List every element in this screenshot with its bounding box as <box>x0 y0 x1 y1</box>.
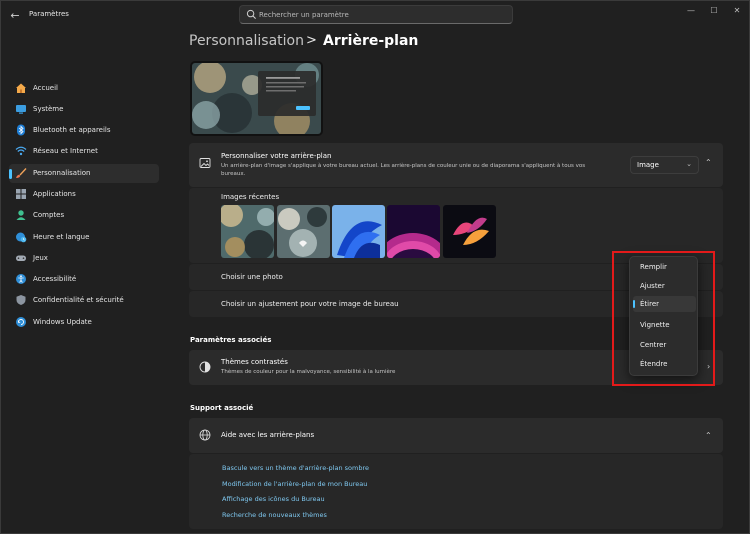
recent-image-3[interactable] <box>332 205 385 258</box>
bluetooth-icon <box>17 124 25 136</box>
gamepad-icon <box>16 255 26 261</box>
recent-image-5[interactable] <box>443 205 496 258</box>
update-icon <box>16 317 26 327</box>
help-link[interactable]: Bascule vers un thème d'arrière-plan som… <box>222 464 369 472</box>
search-box[interactable] <box>239 5 513 24</box>
background-type-select[interactable]: Image ⌄ <box>630 156 699 174</box>
sidebar-item-label: Réseau et Internet <box>33 147 98 155</box>
support-heading: Support associé <box>190 404 254 412</box>
breadcrumb-parent[interactable]: Personnalisation <box>189 33 304 49</box>
sidebar-item-jeux[interactable]: Jeux <box>9 249 159 268</box>
app-title: Paramètres <box>29 10 69 18</box>
sidebar-item-label: Jeux <box>33 254 48 262</box>
related-settings-heading: Paramètres associés <box>190 336 272 344</box>
sidebar-item-label: Applications <box>33 190 76 198</box>
choose-photo-label: Choisir une photo <box>221 273 283 281</box>
network-icon <box>15 146 27 156</box>
search-icon <box>246 9 256 19</box>
sidebar-item-accueil[interactable]: Accueil <box>9 79 159 98</box>
sidebar-item-personnalisation[interactable]: Personnalisation <box>9 164 159 183</box>
maximize-icon[interactable]: ☐ <box>704 5 724 17</box>
account-icon <box>16 210 26 220</box>
sidebar-item-label: Confidentialité et sécurité <box>33 296 124 304</box>
sidebar-item-systeme[interactable]: Système <box>9 100 159 119</box>
minimize-icon[interactable]: — <box>681 5 701 17</box>
sidebar-item-comptes[interactable]: Comptes <box>9 206 159 225</box>
sidebar-item-label: Système <box>33 105 64 113</box>
chevron-down-icon: ⌄ <box>686 160 692 168</box>
accessibility-icon <box>16 274 26 284</box>
sidebar-item-label: Comptes <box>33 211 65 219</box>
sidebar-item-label: Heure et langue <box>33 233 90 241</box>
contrast-title: Thèmes contrastés <box>221 358 288 366</box>
brush-icon <box>16 168 27 178</box>
help-title: Aide avec les arrière-plans <box>221 431 315 439</box>
sidebar-item-label: Bluetooth et appareils <box>33 126 111 134</box>
back-arrow-icon[interactable]: ← <box>7 8 23 24</box>
card-title: Personnaliser votre arrière-plan <box>221 152 332 160</box>
help-link[interactable]: Affichage des icônes du Bureau <box>222 495 325 503</box>
chevron-up-icon[interactable]: ⌃ <box>705 158 712 167</box>
recent-image-1[interactable] <box>221 205 274 258</box>
image-icon <box>199 158 211 168</box>
help-link[interactable]: Recherche de nouveaux thèmes <box>222 511 327 519</box>
sidebar-item-label: Accueil <box>33 84 58 92</box>
title-bar: ← Paramètres — ☐ ✕ <box>1 1 750 31</box>
system-icon <box>16 105 26 114</box>
sidebar-item-bluetooth[interactable]: Bluetooth et appareils <box>9 121 159 140</box>
search-input[interactable] <box>259 8 499 21</box>
sidebar-item-windows-update[interactable]: Windows Update <box>9 313 159 332</box>
help-link[interactable]: Modification de l'arrière-plan de mon Bu… <box>222 480 367 488</box>
sidebar-item-label: Accessibilité <box>33 275 77 283</box>
active-indicator <box>9 169 12 179</box>
recent-images-label: Images récentes <box>221 193 280 201</box>
settings-window: ← Paramètres — ☐ ✕ Accueil Système Bluet… <box>0 0 750 534</box>
globe-icon <box>199 429 211 441</box>
sidebar-item-heure[interactable]: Heure et langue <box>9 228 159 247</box>
page-title: Arrière-plan <box>323 33 419 49</box>
globe-clock-icon <box>16 232 27 243</box>
desktop-preview <box>190 61 323 136</box>
sidebar-item-label: Personnalisation <box>33 169 91 177</box>
annotation-highlight-box <box>612 251 715 386</box>
sidebar-item-accessibilite[interactable]: Accessibilité <box>9 270 159 289</box>
close-icon[interactable]: ✕ <box>727 5 747 17</box>
shield-icon <box>16 295 26 305</box>
card-description: Un arrière-plan d'image s'applique à vot… <box>221 163 586 177</box>
sidebar-item-applications[interactable]: Applications <box>9 185 159 204</box>
contrast-icon <box>199 361 211 373</box>
breadcrumb-separator: > <box>306 33 317 48</box>
sidebar-item-confidentialite[interactable]: Confidentialité et sécurité <box>9 291 159 310</box>
recent-image-2[interactable] <box>277 205 330 258</box>
apps-icon <box>16 189 26 199</box>
select-value: Image <box>637 161 659 169</box>
fit-label: Choisir un ajustement pour votre image d… <box>221 300 399 308</box>
contrast-description: Thèmes de couleur pour la malvoyance, se… <box>221 369 396 375</box>
help-backgrounds-card[interactable]: Aide avec les arrière-plans <box>189 418 723 453</box>
chevron-up-icon[interactable]: ⌃ <box>705 431 712 440</box>
sidebar-item-label: Windows Update <box>33 318 92 326</box>
preview-wallpaper-image <box>192 63 321 134</box>
sidebar-item-reseau[interactable]: Réseau et Internet <box>9 142 159 161</box>
home-icon <box>16 83 26 93</box>
recent-image-4[interactable] <box>387 205 440 258</box>
